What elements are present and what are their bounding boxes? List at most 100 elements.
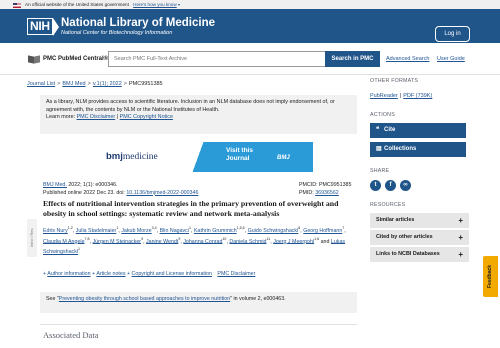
author-link[interactable]: Georg Hoffmann [303, 228, 342, 234]
author-information-link[interactable]: Author information [47, 271, 90, 277]
author-link[interactable]: Johanna Conrad [183, 238, 222, 244]
link-separator: | [399, 93, 402, 99]
feedback-label: Feedback [487, 264, 493, 289]
breadcrumb-current: PMC9951385 [128, 81, 163, 87]
journal-banner[interactable]: bmjmedicine Visit this Journal BMJ [103, 142, 313, 172]
author-affiliation-number[interactable]: 1,2 [68, 226, 73, 230]
twitter-icon[interactable]: t [370, 180, 381, 191]
ncbi-links-label: Links to NCBI Databases [376, 251, 440, 257]
breadcrumb-separator: > [57, 81, 61, 87]
author-affiliation-number[interactable]: 7 [342, 226, 344, 230]
author-affiliation-number[interactable]: 1 [78, 247, 80, 251]
nlm-disclaimer-notice: As a library, NLM provides access to sci… [40, 95, 357, 134]
article-notes-link[interactable]: Article notes [96, 271, 125, 277]
author-link[interactable]: Joerg J Meerpohl [273, 238, 314, 244]
author-link[interactable]: Edris Nury [43, 228, 68, 234]
nlm-subtitle: National Center for Biotechnology Inform… [61, 30, 173, 36]
nlm-title[interactable]: National Library of Medicine [61, 17, 215, 29]
author-link[interactable]: Julia Stadelmaier [76, 228, 117, 234]
author-link[interactable]: Claudia M Angele [43, 238, 85, 244]
doi-link[interactable]: 10.1136/bmjmed-2022-000346 [126, 190, 198, 196]
facebook-icon[interactable]: f [385, 180, 396, 191]
quote-icon: ❝ [376, 127, 380, 133]
article-pmc-disclaimer-link[interactable]: PMC Disclaimer [217, 271, 255, 277]
pmc-book-icon [28, 54, 41, 64]
pmid-link[interactable]: 36936562 [315, 190, 339, 196]
author-affiliation-number[interactable]: 3,4 [152, 226, 157, 230]
heres-how-link[interactable]: Here's how you know [133, 2, 177, 7]
author-link[interactable]: Janine Wendt [146, 238, 178, 244]
author-link[interactable]: Jakub Morze [121, 228, 151, 234]
author-link[interactable]: Kathrin Grummich [194, 228, 237, 234]
article-title: Effects of nutritional intervention stra… [43, 199, 339, 218]
banner-stripe [193, 142, 217, 172]
nih-logo[interactable]: NIH [27, 17, 59, 36]
author-link[interactable]: Jürgen M Steinacker [92, 238, 141, 244]
chevron-down-icon[interactable]: ▾ [178, 2, 180, 7]
expand-plus-icon[interactable]: + [43, 271, 46, 277]
associated-data-heading[interactable]: Associated Data [43, 330, 98, 340]
feedback-button[interactable]: Feedback [483, 256, 498, 297]
link-icon[interactable]: ∞ [400, 180, 411, 191]
see-suffix: " in volume 2, e000463. [230, 296, 286, 302]
copyright-license-link[interactable]: Copyright and License information [132, 271, 212, 277]
search-button[interactable]: Search in PMC [325, 51, 380, 67]
pmc-copyright-link[interactable]: PMC Copyright Notice [120, 114, 173, 120]
breadcrumb-journal[interactable]: BMJ Med [62, 81, 85, 87]
search-input[interactable] [108, 51, 325, 67]
us-flag-icon [13, 2, 21, 8]
author-link[interactable]: Blin Nagavci [160, 228, 189, 234]
breadcrumb-separator: > [87, 81, 91, 87]
author-affiliation-number[interactable]: 6 [298, 226, 300, 230]
author-affiliation-number[interactable]: 11 [267, 237, 271, 241]
author-affiliation-number[interactable]: 1 [116, 226, 118, 230]
visit-journal-panel[interactable]: Visit this Journal BMJ [193, 142, 313, 172]
nih-logo-arrow-icon [52, 17, 59, 36]
pmc-logo[interactable]: PMC PubMed Central® [28, 54, 108, 64]
cite-button[interactable]: ❝ Cite [370, 123, 466, 138]
published-text: Published online 2022 Dec 23. doi: [43, 189, 127, 196]
author-list: Edris Nury1,2, Julia Stadelmaier1, Jakub… [43, 226, 346, 255]
login-button[interactable]: Log in [435, 26, 470, 42]
journal-link[interactable]: BMJ Med. [43, 182, 67, 188]
user-guide-link[interactable]: User Guide [437, 56, 465, 62]
bmj-medicine-logo: bmjmedicine [103, 142, 193, 172]
ncbi-links-row[interactable]: Links to NCBI Databases + [370, 247, 469, 262]
collections-icon: ▤ [376, 146, 382, 152]
notice-text: As a library, NLM provides access to sci… [46, 99, 335, 113]
author-affiliation-number[interactable]: 9 [178, 237, 180, 241]
breadcrumb-separator: > [123, 81, 127, 87]
expand-plus-icon[interactable]: + [127, 271, 130, 277]
see-prefix: See " [46, 296, 59, 302]
citation-block: BMJ Med. 2022; 1(1): e000346. Published … [43, 182, 198, 197]
collections-button[interactable]: ▤ Collections [370, 142, 466, 157]
breadcrumb-issue[interactable]: v.1(1); 2022 [93, 81, 122, 87]
pdf-link[interactable]: PDF (739K) [403, 93, 432, 99]
author-link[interactable]: Guido Schwingshackl [248, 228, 299, 234]
author-affiliation-number[interactable]: 1 [189, 226, 191, 230]
section-divider [40, 324, 357, 325]
side-section-tab[interactable]: Intro / Res [27, 219, 37, 257]
related-article-link[interactable]: Preventing obesity through school based … [59, 296, 230, 302]
author-affiliation-number[interactable]: 1,5,6 [237, 226, 245, 230]
expand-plus-icon[interactable]: + [92, 271, 95, 277]
author-affiliation-number[interactable]: 7,8 [85, 237, 90, 241]
similar-articles-row[interactable]: Similar articles + [370, 213, 469, 228]
advanced-search-link[interactable]: Advanced Search [386, 56, 429, 62]
collections-label: Collections [384, 146, 417, 152]
nlm-header: NIH National Library of Medicine Nationa… [0, 9, 500, 43]
pmc-disclaimer-link[interactable]: PMC Disclaimer [77, 114, 116, 120]
pmcid: PMCID: PMC9951385 [299, 182, 352, 188]
cited-by-label: Cited by other articles [376, 234, 433, 240]
resources-heading: RESOURCES [370, 202, 406, 208]
actions-heading: ACTIONS [370, 112, 395, 118]
pmid-label: PMID: [299, 189, 316, 196]
cited-by-row[interactable]: Cited by other articles + [370, 230, 469, 245]
author-affiliation-number[interactable]: 10 [222, 237, 226, 241]
pubreader-link[interactable]: PubReader [370, 93, 398, 99]
authors-and: and [319, 238, 331, 245]
breadcrumb-journal-list[interactable]: Journal List [27, 81, 55, 87]
author-affiliation-number[interactable]: 9 [141, 237, 143, 241]
author-link[interactable]: Daniela Schmid [229, 238, 266, 244]
breadcrumb: Journal List > BMJ Med > v.1(1); 2022 > PMC995… [27, 81, 163, 88]
